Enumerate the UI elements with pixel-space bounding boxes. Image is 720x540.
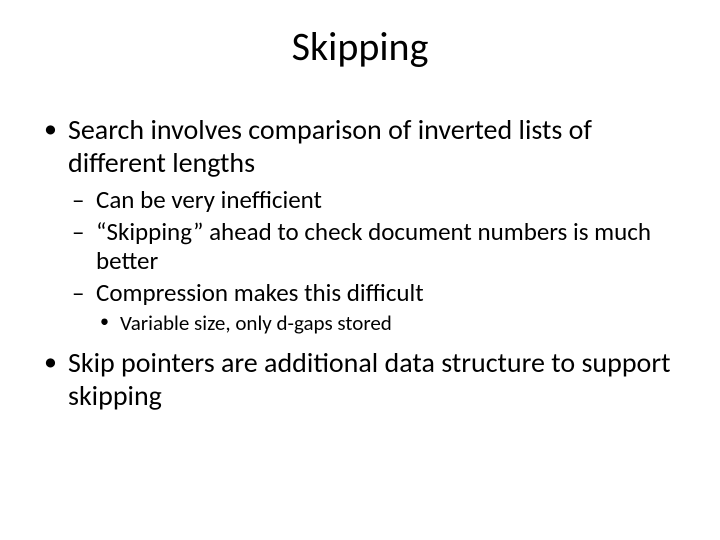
bullet-level2: Can be very inefficient <box>68 185 682 215</box>
bullet-text: Skip pointers are additional data struct… <box>68 345 670 413</box>
bullet-level3: Variable size, only d-gaps stored <box>96 311 682 336</box>
bullet-text: Compression makes this difficult <box>96 277 424 308</box>
bullet-level1: Skip pointers are additional data struct… <box>38 346 682 412</box>
bullet-text: Search involves comparison of inverted l… <box>68 112 592 180</box>
bullet-text: Variable size, only d-gaps stored <box>120 310 392 336</box>
bullet-text: “Skipping” ahead to check document numbe… <box>96 216 651 277</box>
slide-title: Skipping <box>0 22 720 71</box>
bullet-level2: “Skipping” ahead to check document numbe… <box>68 217 682 276</box>
bullet-level1: Search involves comparison of inverted l… <box>38 113 682 336</box>
bullet-level2: Compression makes this difficult Variabl… <box>68 278 682 337</box>
slide-body: Search involves comparison of inverted l… <box>0 113 720 412</box>
bullet-text: Can be very inefficient <box>96 184 322 215</box>
